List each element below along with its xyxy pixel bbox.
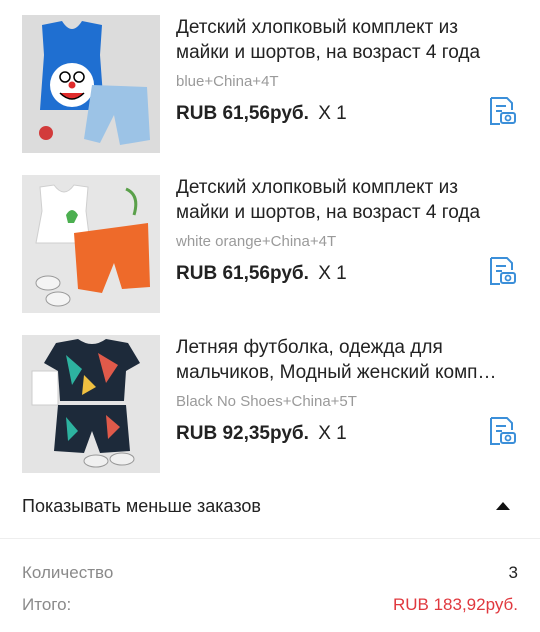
product-title[interactable]: Детский хлопковый комплект из майки и шо… xyxy=(176,175,516,225)
product-variant: Black No Shoes+China+5T xyxy=(176,393,357,410)
product-variant: white orange+China+4T xyxy=(176,233,337,250)
total-label: Итого: xyxy=(22,595,72,614)
show-fewer-orders-toggle[interactable]: Показывать меньше заказов xyxy=(0,483,540,529)
product-photo-3 xyxy=(22,335,160,473)
divider xyxy=(0,538,540,539)
photo-review-button[interactable] xyxy=(484,253,520,289)
product-price: RUB 61,56руб. xyxy=(176,263,309,284)
document-camera-icon xyxy=(490,417,516,445)
price-row: RUB 92,35руб. X 1 xyxy=(176,423,347,445)
price-row: RUB 61,56руб. X 1 xyxy=(176,103,347,125)
product-title[interactable]: Детский хлопковый комплект из майки и шо… xyxy=(176,15,516,65)
caret-up-icon xyxy=(496,502,510,510)
quantity-label: Количество xyxy=(22,563,114,582)
document-camera-icon xyxy=(490,257,516,285)
product-image[interactable] xyxy=(22,15,160,153)
product-price: RUB 92,35руб. xyxy=(176,423,309,444)
photo-review-button[interactable] xyxy=(484,413,520,449)
quantity-summary-row: Количество 3 xyxy=(0,563,540,583)
product-image[interactable] xyxy=(22,335,160,473)
order-item[interactable]: Детский хлопковый комплект из майки и шо… xyxy=(0,175,540,315)
price-row: RUB 61,56руб. X 1 xyxy=(176,263,347,285)
show-fewer-orders-label: Показывать меньше заказов xyxy=(22,495,261,516)
total-summary-row: Итого: RUB 183,92руб. xyxy=(0,595,540,615)
product-image[interactable] xyxy=(22,175,160,313)
total-value: RUB 183,92руб. xyxy=(392,595,518,614)
product-quantity: X 1 xyxy=(318,423,347,444)
photo-review-button[interactable] xyxy=(484,93,520,129)
product-photo-1 xyxy=(22,15,160,153)
product-photo-2 xyxy=(22,175,160,313)
product-quantity: X 1 xyxy=(318,263,347,284)
product-price: RUB 61,56руб. xyxy=(176,103,309,124)
product-quantity: X 1 xyxy=(318,103,347,124)
document-camera-icon xyxy=(490,97,516,125)
product-variant: blue+China+4T xyxy=(176,73,279,90)
order-item[interactable]: Детский хлопковый комплект из майки и шо… xyxy=(0,15,540,155)
order-item[interactable]: Летняя футболка, одежда для мальчиков, М… xyxy=(0,335,540,475)
quantity-value: 3 xyxy=(508,563,518,582)
product-title[interactable]: Летняя футболка, одежда для мальчиков, М… xyxy=(176,335,516,385)
